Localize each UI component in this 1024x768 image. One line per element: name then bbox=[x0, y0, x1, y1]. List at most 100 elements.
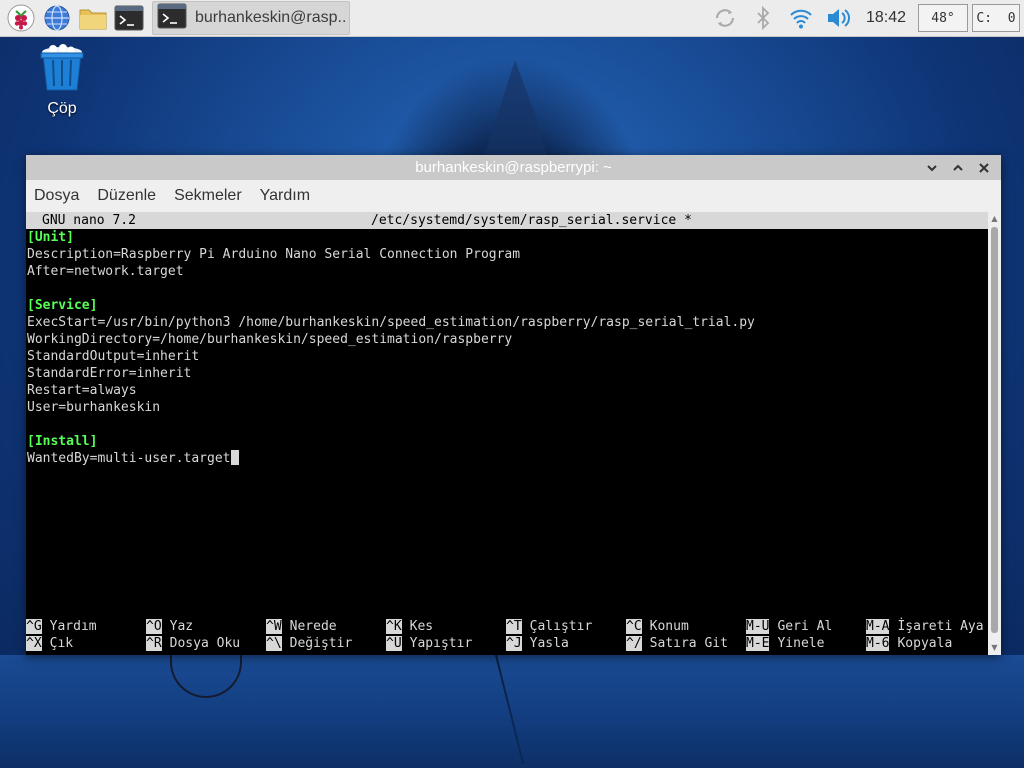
menu-file[interactable]: Dosya bbox=[34, 187, 79, 205]
window-title: burhankeskin@raspberrypi: ~ bbox=[415, 159, 612, 176]
editor-line[interactable] bbox=[26, 280, 988, 297]
terminal-icon[interactable] bbox=[114, 3, 144, 33]
shortcut-key: ^W bbox=[266, 619, 282, 634]
section-header-line[interactable]: [Service] bbox=[26, 297, 988, 314]
editor-line[interactable]: Restart=always bbox=[26, 382, 988, 399]
shortcut-label: Yapıştır bbox=[409, 636, 473, 651]
shortcut-key: ^/ bbox=[626, 636, 642, 651]
sync-icon[interactable] bbox=[710, 3, 740, 33]
shortcut-label: Kes bbox=[409, 619, 434, 634]
shortcut-key: ^\ bbox=[266, 636, 282, 651]
shortcut-label: Kopyala bbox=[897, 636, 953, 651]
shortcut-label: Geri Al bbox=[777, 619, 833, 634]
editor-line[interactable]: StandardError=inherit bbox=[26, 365, 988, 382]
line-text: User=burhankeskin bbox=[27, 400, 161, 415]
shortcut-item[interactable]: ^\ Değiştir bbox=[266, 635, 352, 652]
shortcut-item[interactable]: M-6 Kopyala bbox=[866, 635, 952, 652]
shortcut-item[interactable]: M-A İşareti Aya bbox=[866, 618, 984, 635]
desktop-trash-label: Çöp bbox=[47, 100, 77, 117]
chevron-down-icon bbox=[927, 164, 937, 171]
shortcut-item[interactable]: ^X Çık bbox=[26, 635, 73, 652]
shortcut-label: Çalıştır bbox=[529, 619, 593, 634]
shortcut-item[interactable]: M-U Geri Al bbox=[746, 618, 832, 635]
taskbar: burhankeskin@rasp.. 18:42 48° C: 0 bbox=[0, 0, 1024, 37]
terminal-area[interactable]: GNU nano 7.2 /etc/systemd/system/rasp_se… bbox=[26, 212, 988, 655]
chevron-up-icon bbox=[953, 164, 963, 171]
shortcut-label: Konum bbox=[649, 619, 689, 634]
menu-edit[interactable]: Düzenle bbox=[97, 187, 156, 205]
line-text: WorkingDirectory=/home/burhankeskin/spee… bbox=[27, 332, 513, 347]
line-text: Description=Raspberry Pi Arduino Nano Se… bbox=[27, 247, 521, 262]
scroll-up-icon[interactable]: ▲ bbox=[990, 214, 999, 224]
scroll-thumb[interactable] bbox=[991, 227, 998, 633]
line-text: WantedBy=multi-user.target bbox=[27, 451, 231, 466]
shortcut-label: Yasla bbox=[529, 636, 569, 651]
shortcut-item[interactable]: ^O Yaz bbox=[146, 618, 193, 635]
cpu-usage[interactable]: C: 0 bbox=[972, 4, 1020, 32]
shortcut-item[interactable]: ^R Dosya Oku bbox=[146, 635, 240, 652]
shortcut-label: Satıra Git bbox=[649, 636, 728, 651]
editor-line[interactable]: ExecStart=/usr/bin/python3 /home/burhank… bbox=[26, 314, 988, 331]
editor-content[interactable]: [Unit]Description=Raspberry Pi Arduino N… bbox=[26, 229, 988, 467]
editor-line[interactable]: User=burhankeskin bbox=[26, 399, 988, 416]
section-header-line[interactable]: [Unit] bbox=[26, 229, 988, 246]
shortcut-label: Dosya Oku bbox=[169, 636, 241, 651]
volume-icon[interactable] bbox=[824, 3, 854, 33]
file-manager-icon[interactable] bbox=[78, 3, 108, 33]
terminal-window: burhankeskin@raspberrypi: ~ Dosya Düzenl… bbox=[26, 155, 1001, 655]
line-text: [Install] bbox=[27, 434, 98, 449]
line-text: ExecStart=/usr/bin/python3 /home/burhank… bbox=[27, 315, 755, 330]
shortcut-row: ^X Çık ^R Dosya Oku ^\ Değiştir ^U Yapıştır ^J Ya… bbox=[26, 635, 988, 652]
bluetooth-icon[interactable] bbox=[748, 3, 778, 33]
web-browser-icon[interactable] bbox=[42, 3, 72, 33]
clock[interactable]: 18:42 bbox=[866, 9, 906, 27]
shortcut-item[interactable]: ^J Yasla bbox=[506, 635, 569, 652]
line-text: StandardOutput=inherit bbox=[27, 349, 200, 364]
shortcut-label: Değiştir bbox=[289, 636, 353, 651]
nano-title-bar: GNU nano 7.2 /etc/systemd/system/rasp_se… bbox=[26, 212, 988, 229]
menu-help[interactable]: Yardım bbox=[260, 187, 310, 205]
editor-line[interactable]: After=network.target bbox=[26, 263, 988, 280]
shortcut-key: ^R bbox=[146, 636, 162, 651]
minimize-button[interactable] bbox=[919, 155, 945, 180]
shortcut-key: M-E bbox=[746, 636, 770, 651]
window-titlebar[interactable]: burhankeskin@raspberrypi: ~ bbox=[26, 155, 1001, 180]
scrollbar[interactable]: ▲ ▼ bbox=[988, 212, 1001, 655]
editor-line[interactable]: WantedBy=multi-user.target bbox=[26, 450, 988, 467]
wifi-icon[interactable] bbox=[786, 3, 816, 33]
system-tray: 18:42 48° C: 0 bbox=[706, 0, 1024, 36]
close-button[interactable] bbox=[971, 155, 997, 180]
text-cursor bbox=[230, 450, 239, 465]
raspberry-menu-icon[interactable] bbox=[6, 3, 36, 33]
editor-line[interactable]: WorkingDirectory=/home/burhankeskin/spee… bbox=[26, 331, 988, 348]
shortcut-item[interactable]: ^K Kes bbox=[386, 618, 433, 635]
wallpaper-water bbox=[0, 655, 1024, 768]
shortcut-key: ^U bbox=[386, 636, 402, 651]
menu-tabs[interactable]: Sekmeler bbox=[174, 187, 242, 205]
line-text: Restart=always bbox=[27, 383, 137, 398]
nano-shortcut-bar: ^G Yardım ^O Yaz ^W Nerede ^K Kes ^T Çalıştır ^C Ko… bbox=[26, 618, 988, 652]
maximize-button[interactable] bbox=[945, 155, 971, 180]
nano-version: GNU nano 7.2 bbox=[42, 213, 136, 228]
nano-filename: /etc/systemd/system/rasp_serial.service … bbox=[371, 213, 692, 228]
line-text: [Service] bbox=[27, 298, 98, 313]
shortcut-item[interactable]: ^C Konum bbox=[626, 618, 689, 635]
editor-line[interactable]: StandardOutput=inherit bbox=[26, 348, 988, 365]
editor-line[interactable]: Description=Raspberry Pi Arduino Nano Se… bbox=[26, 246, 988, 263]
cpu-temperature[interactable]: 48° bbox=[918, 4, 968, 32]
scroll-down-icon[interactable]: ▼ bbox=[990, 643, 999, 653]
shortcut-row: ^G Yardım ^O Yaz ^W Nerede ^K Kes ^T Çalıştır ^C Ko… bbox=[26, 618, 988, 635]
section-header-line[interactable]: [Install] bbox=[26, 433, 988, 450]
desktop-trash[interactable]: Çöp bbox=[34, 44, 90, 118]
shortcut-item[interactable]: ^G Yardım bbox=[26, 618, 97, 635]
taskbar-window-button[interactable]: burhankeskin@rasp.. bbox=[152, 1, 350, 35]
shortcut-item[interactable]: ^U Yapıştır bbox=[386, 635, 472, 652]
shortcut-item[interactable]: ^W Nerede bbox=[266, 618, 337, 635]
shortcut-label: Yardım bbox=[49, 619, 97, 634]
shortcut-item[interactable]: M-E Yinele bbox=[746, 635, 824, 652]
editor-line[interactable] bbox=[26, 416, 988, 433]
shortcut-key: ^K bbox=[386, 619, 402, 634]
shortcut-key: M-A bbox=[866, 619, 890, 634]
shortcut-item[interactable]: ^T Çalıştır bbox=[506, 618, 592, 635]
shortcut-item[interactable]: ^/ Satıra Git bbox=[626, 635, 728, 652]
